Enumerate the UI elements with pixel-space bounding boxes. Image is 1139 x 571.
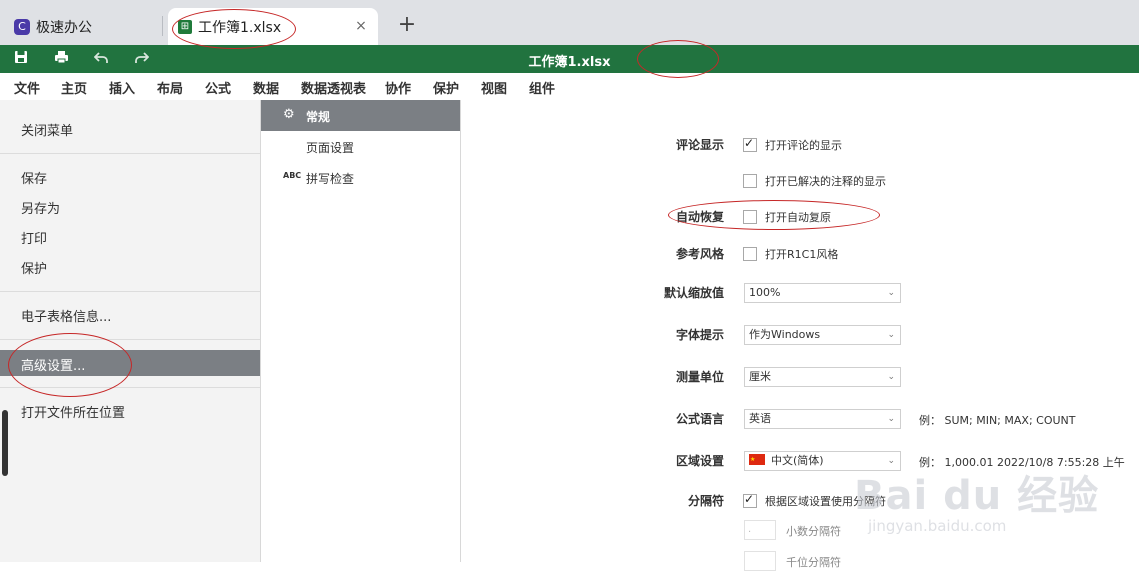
font-hint-label: 字体提示	[675, 328, 724, 342]
new-tab-button[interactable]: +	[396, 12, 418, 38]
spreadsheet-icon: ⊞	[178, 19, 192, 34]
menu-collaborate[interactable]: 协作	[385, 78, 411, 97]
spreadsheet-info-item[interactable]: 电子表格信息...	[21, 306, 111, 325]
file-menu-panel: 关闭菜单 保存 另存为 打印 保护 电子表格信息... 高级设置... 打开文件…	[0, 100, 261, 562]
unit-select-value: 厘米	[749, 370, 771, 383]
thousands-separator-label: 千位分隔符	[786, 556, 841, 569]
menu-data[interactable]: 数据	[253, 78, 279, 97]
tab-app[interactable]: C 极速办公	[6, 8, 160, 45]
open-file-location-item[interactable]: 打开文件所在位置	[21, 402, 125, 421]
divider	[0, 291, 260, 292]
app-logo-icon: C	[14, 18, 30, 35]
comments-checkbox-label: 打开评论的显示	[765, 139, 842, 152]
menu-plugins[interactable]: 组件	[529, 78, 555, 97]
settings-category-panel: ⚙ 常规 页面设置 ABC 拼写检查	[261, 100, 461, 562]
menu-view[interactable]: 视图	[481, 78, 507, 97]
chevron-down-icon: ⌄	[887, 414, 895, 424]
category-page-setup[interactable]: 页面设置	[306, 139, 354, 156]
divider	[0, 339, 260, 340]
category-general[interactable]: 常规	[306, 108, 330, 125]
save-as-item[interactable]: 另存为	[21, 198, 60, 217]
resolved-comments-label: 打开已解决的注释的显示	[765, 175, 886, 188]
document-title: 工作簿1.xlsx	[528, 55, 611, 70]
chevron-down-icon: ⌄	[887, 372, 895, 382]
comments-checkbox[interactable]	[743, 136, 757, 152]
advanced-settings-item[interactable]: 高级设置...	[21, 355, 85, 374]
menu-file[interactable]: 文件	[14, 78, 41, 103]
autorecover-label: 自动恢复	[675, 210, 724, 224]
font-hint-select[interactable]: 作为Windows ⌄	[744, 325, 901, 345]
region-select[interactable]: 中文(简体) ⌄	[744, 451, 901, 471]
divider	[0, 387, 260, 388]
zoom-select-value: 100%	[749, 286, 781, 299]
china-flag-icon	[749, 451, 765, 469]
browser-tab-strip: C 极速办公 ⊞ 工作簿1.xlsx × +	[0, 0, 1139, 45]
separator-label: 分隔符	[687, 494, 724, 508]
separator-checkbox[interactable]	[743, 492, 757, 508]
menu-pivot-table[interactable]: 数据透视表	[301, 78, 366, 97]
menu-protect[interactable]: 保护	[433, 78, 459, 97]
zoom-select[interactable]: 100% ⌄	[744, 283, 901, 303]
unit-select[interactable]: 厘米 ⌄	[744, 367, 901, 387]
print-item[interactable]: 打印	[21, 228, 47, 247]
formula-example: 例： SUM; MIN; MAX; COUNT	[919, 414, 1076, 427]
menu-layout[interactable]: 布局	[157, 78, 183, 97]
decimal-separator-label: 小数分隔符	[786, 525, 841, 538]
close-menu-item[interactable]: 关闭菜单	[21, 120, 73, 139]
autorecover-checkbox-label: 打开自动复原	[765, 211, 831, 224]
save-item[interactable]: 保存	[21, 168, 47, 187]
zoom-label: 默认缩放值	[663, 286, 724, 300]
r1c1-checkbox-label: 打开R1C1风格	[765, 248, 839, 261]
region-label: 区域设置	[675, 454, 724, 468]
region-select-value: 中文(简体)	[771, 454, 824, 467]
menu-formula[interactable]: 公式	[205, 78, 231, 97]
autorecover-checkbox[interactable]	[743, 210, 757, 224]
divider	[0, 153, 260, 154]
r1c1-checkbox[interactable]	[743, 247, 757, 261]
resolved-comments-checkbox[interactable]	[743, 174, 757, 188]
tab-app-label: 极速办公	[36, 19, 92, 36]
category-spell-check[interactable]: 拼写检查	[306, 170, 354, 187]
tab-separator	[162, 16, 163, 36]
separator-checkbox-label: 根据区域设置使用分隔符	[765, 495, 886, 508]
tab-document-label: 工作簿1.xlsx	[198, 19, 282, 36]
region-example: 例： 1,000.01 2022/10/8 7:55:28 上午	[919, 456, 1125, 469]
font-hint-select-value: 作为Windows	[749, 328, 821, 341]
menu-insert[interactable]: 插入	[109, 78, 135, 97]
formula-lang-select-value: 英语	[749, 412, 771, 425]
close-icon[interactable]: ×	[352, 17, 370, 35]
thousands-separator-input[interactable]	[744, 551, 776, 571]
chevron-down-icon: ⌄	[887, 456, 895, 466]
protect-item[interactable]: 保护	[21, 258, 47, 277]
settings-content: 评论显示 打开评论的显示 打开已解决的注释的显示 自动恢复 打开自动复原 参考风…	[461, 100, 1139, 571]
ref-style-label: 参考风格	[675, 247, 724, 261]
gear-icon: ⚙	[283, 107, 295, 122]
ribbon-menu: 文件 主页 插入 布局 公式 数据 数据透视表 协作 保护 视图 组件	[0, 73, 1139, 103]
decimal-separator-input[interactable]: .	[744, 520, 776, 540]
comments-label: 评论显示	[675, 138, 724, 152]
tab-document[interactable]: ⊞ 工作簿1.xlsx ×	[168, 8, 378, 45]
scrollbar-handle[interactable]	[2, 410, 8, 476]
spell-check-icon: ABC	[283, 171, 302, 180]
formula-lang-label: 公式语言	[675, 412, 724, 426]
formula-lang-select[interactable]: 英语 ⌄	[744, 409, 901, 429]
chevron-down-icon: ⌄	[887, 288, 895, 298]
chevron-down-icon: ⌄	[887, 330, 895, 340]
unit-label: 测量单位	[675, 370, 724, 384]
menu-home[interactable]: 主页	[61, 78, 87, 97]
title-bar: 工作簿1.xlsx	[0, 45, 1139, 73]
